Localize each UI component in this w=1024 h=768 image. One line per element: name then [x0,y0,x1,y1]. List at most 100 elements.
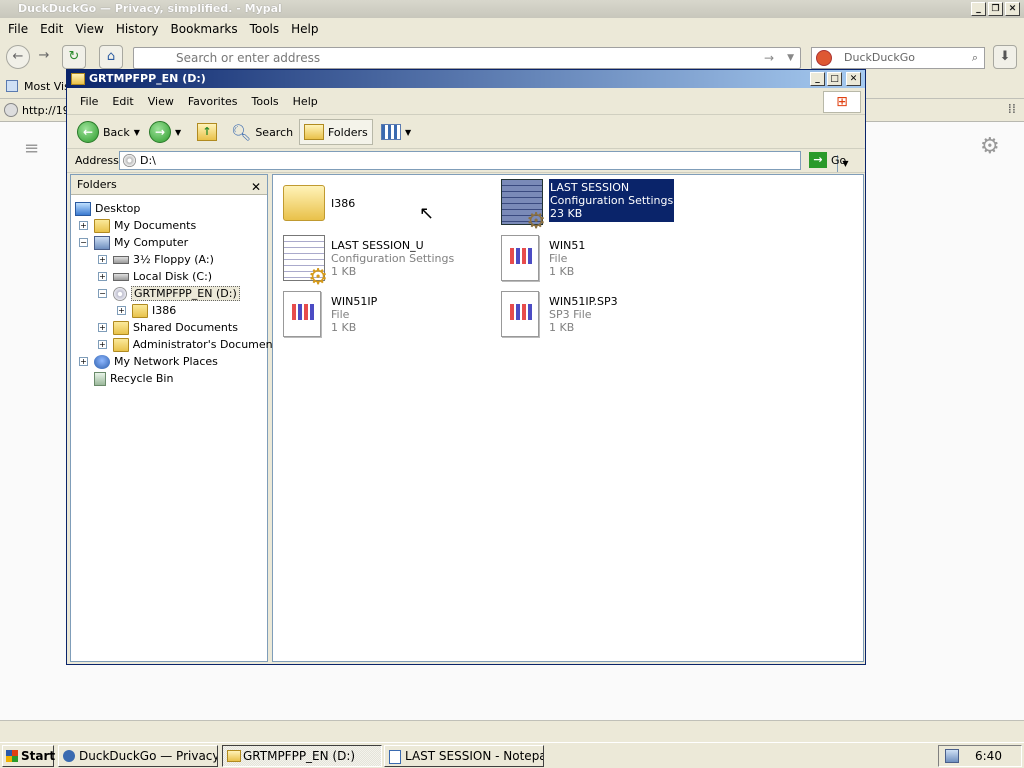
forward-dropdown-icon[interactable]: ▼ [175,128,181,137]
search-icon[interactable]: ⌕ [972,48,978,68]
browser-back-icon[interactable]: ← [6,45,30,69]
file-item[interactable]: LAST SESSION_U Configuration Settings 1 … [283,235,455,284]
explorer-menu-edit[interactable]: Edit [105,95,140,108]
file-item[interactable]: WIN51IP.SP3 SP3 File 1 KB [501,291,618,337]
expand-icon[interactable]: + [98,255,107,264]
explorer-menu-tools[interactable]: Tools [245,95,286,108]
explorer-toolbar: ← Back ▼ → ▼ ↑ 🔍︎ Search Folders ▼ [67,115,865,149]
browser-reload-icon[interactable]: ↻ [62,45,86,69]
generic-file-icon [283,291,321,337]
browser-title: DuckDuckGo — Privacy, simplified. - Mypa… [18,2,282,15]
browser-minimize-button[interactable]: _ [971,2,986,16]
tree-item-local-disk[interactable]: + Local Disk (C:) [75,268,265,285]
folders-label: Folders [328,125,368,139]
tab-list-icon[interactable]: ⁞⁞ [1008,102,1016,117]
tree-item-floppy[interactable]: +3½ Floppy (A:) [75,251,265,268]
start-button[interactable]: Start [2,745,55,767]
views-icon [381,124,401,140]
views-button[interactable]: ▼ [377,119,415,145]
magnifier-icon: 🔍︎ [231,122,252,142]
address-value: D:\ [140,154,156,167]
folders-pane-header: Folders ✕ [71,175,267,195]
up-folder-button[interactable]: ↑ [193,119,221,145]
taskbar: Start DuckDuckGo — Privacy, ... GRTMPFPP… [0,742,1024,768]
browser-search-bar[interactable]: DuckDuckGo ⌕ [811,47,985,69]
collapse-icon[interactable]: − [79,238,88,247]
file-size: 1 KB [549,265,575,278]
file-size: 1 KB [549,321,575,334]
collapse-icon[interactable]: − [98,289,107,298]
forward-button[interactable]: → ▼ [145,119,185,145]
tree-item-network-places[interactable]: + My Network Places [75,353,265,370]
browser-menu-history[interactable]: History [112,22,167,36]
file-size: 23 KB [550,207,583,220]
go-button[interactable]: → Go [809,152,846,168]
folders-button[interactable]: Folders [299,119,373,145]
expand-icon[interactable]: + [98,340,107,349]
address-input[interactable]: D:\ ▼ [119,151,853,172]
file-item[interactable]: WIN51 File 1 KB [501,235,585,281]
network-tray-icon[interactable] [945,749,959,763]
explorer-menu-view[interactable]: View [141,95,181,108]
browser-title-bar: DuckDuckGo — Privacy, simplified. - Mypa… [0,0,1024,18]
expand-icon[interactable]: + [98,323,107,332]
browser-close-button[interactable]: ✕ [1005,2,1020,16]
system-tray: 6:40 PM [938,745,1022,767]
file-item-selected[interactable]: LAST SESSION Configuration Settings 23 K… [501,179,675,228]
file-item[interactable]: I386 [283,179,355,221]
browser-menu-bookmarks[interactable]: Bookmarks [167,22,246,36]
explorer-minimize-button[interactable]: _ [810,72,825,86]
expand-icon[interactable]: + [79,357,88,366]
taskbar-item-browser[interactable]: DuckDuckGo — Privacy, ... [58,745,218,767]
explorer-menu-help[interactable]: Help [286,95,325,108]
search-button[interactable]: 🔍︎ Search [227,119,297,145]
browser-restore-button[interactable]: ❐ [988,2,1003,16]
expand-icon[interactable]: + [117,306,126,315]
clock[interactable]: 6:40 PM [975,749,1002,768]
tree-item-my-documents[interactable]: + My Documents [75,217,265,234]
file-item[interactable]: WIN51IP File 1 KB [283,291,377,337]
browser-menu-file[interactable]: File [4,22,36,36]
views-dropdown-icon[interactable]: ▼ [405,128,411,137]
close-icon[interactable]: ✕ [249,177,263,197]
taskbar-item-notepad[interactable]: LAST SESSION - Notepad [384,745,544,767]
config-settings-icon [283,235,328,284]
browser-home-icon[interactable]: ⌂ [99,45,123,69]
back-dropdown-icon[interactable]: ▼ [134,128,140,137]
recycle-bin-icon [94,371,106,386]
explorer-menu-favorites[interactable]: Favorites [181,95,245,108]
browser-download-icon[interactable]: ⬇ [993,45,1017,69]
browser-menu-edit[interactable]: Edit [36,22,71,36]
tree-item-admin-documents[interactable]: + Administrator's Documents [75,336,283,353]
tree-item-recycle-bin[interactable]: Recycle Bin [75,370,265,387]
url-dropdown-icon[interactable]: ▼ [787,48,794,68]
tree-item-desktop[interactable]: Desktop [75,200,265,217]
browser-menu-tools[interactable]: Tools [246,22,288,36]
back-button[interactable]: ← Back ▼ [73,119,144,145]
explorer-menu-file[interactable]: File [73,95,105,108]
file-name: WIN51IP [331,295,378,308]
file-type: Configuration Settings [331,252,455,265]
explorer-maximize-button[interactable]: □ [827,72,842,86]
browser-menu-bar: File Edit View History Bookmarks Tools H… [0,18,1024,39]
expand-icon[interactable]: + [79,221,88,230]
tree-item-i386[interactable]: + I386 [75,302,265,319]
browser-menu-help[interactable]: Help [287,22,326,36]
tree-item-my-computer[interactable]: − My Computer [75,234,265,251]
expand-icon[interactable]: + [98,272,107,281]
go-arrow-icon[interactable]: → [764,48,774,68]
folder-app-icon [227,750,241,762]
tree-label: Shared Documents [133,321,238,334]
explorer-close-button[interactable]: ✕ [846,72,861,86]
hamburger-menu-icon[interactable]: ≡ [24,138,39,159]
tree-item-shared-documents[interactable]: + Shared Documents [75,319,265,336]
browser-menu-view[interactable]: View [71,22,111,36]
browser-tab[interactable]: http://19 [22,104,70,117]
address-label: Address [75,154,119,167]
tree-label: 3½ Floppy (A:) [133,253,214,266]
browser-forward-icon[interactable]: → [32,45,56,69]
tree-item-cd-drive[interactable]: − GRTMPFPP_EN (D:) [75,285,265,302]
taskbar-item-explorer[interactable]: GRTMPFPP_EN (D:) [222,745,382,767]
settings-gear-icon[interactable]: ⚙ [980,134,1000,159]
browser-url-bar[interactable]: Search or enter address → ▼ [133,47,801,69]
